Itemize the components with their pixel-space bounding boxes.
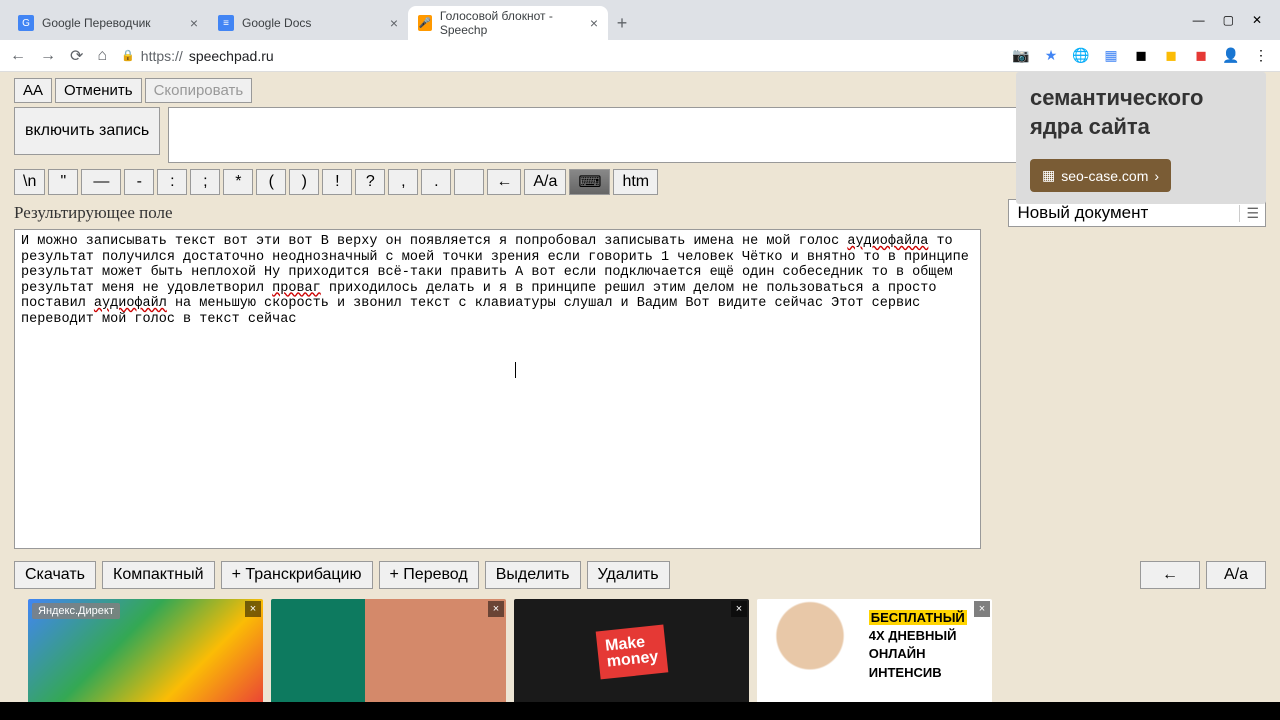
bottom-blackbar [0, 702, 1280, 720]
back-button[interactable]: ← [10, 47, 26, 65]
page-content: AA Отменить Скопировать включить запись … [0, 72, 1280, 702]
globe-icon[interactable]: 🌐 [1072, 47, 1090, 65]
text-cursor [515, 362, 516, 378]
undo-button[interactable]: ← [1140, 561, 1200, 589]
punct-dash[interactable]: - [124, 169, 154, 195]
punct-comma[interactable]: , [388, 169, 418, 195]
add-transcription-button[interactable]: + Транскрибацию [221, 561, 373, 589]
punct-semicolon[interactable]: ; [190, 169, 220, 195]
close-icon[interactable]: × [590, 15, 598, 31]
tab-speechpad[interactable]: 🎤 Голосовой блокнот - Speechp × [408, 6, 608, 40]
close-icon[interactable]: × [245, 601, 261, 617]
document-list-icon[interactable]: ☰ [1239, 205, 1265, 222]
ad-block[interactable]: Яндекс.Директ × [28, 599, 263, 702]
ext-icon[interactable]: ◼ [1192, 47, 1210, 65]
translate-ext-icon[interactable]: ▦ [1102, 47, 1120, 65]
menu-icon[interactable]: ⋮ [1252, 47, 1270, 65]
tab-docs[interactable]: ≡ Google Docs × [208, 6, 408, 40]
url-scheme: https:// [141, 48, 183, 64]
punct-exclaim[interactable]: ! [322, 169, 352, 195]
ad-title: семантического ядра сайта [1030, 84, 1252, 141]
delete-button[interactable]: Удалить [587, 561, 670, 589]
tab-favicon: G [18, 15, 34, 31]
punct-asterisk[interactable]: * [223, 169, 253, 195]
punct-quote[interactable]: " [48, 169, 78, 195]
browser-toolbar: ← → ⟳ ⌂ 🔒 https:// speechpad.ru 📷 ★ 🌐 ▦ ◼… [0, 40, 1280, 72]
punct-question[interactable]: ? [355, 169, 385, 195]
tab-title: Google Docs [242, 16, 311, 30]
case-toggle-button[interactable]: A/a [524, 169, 566, 195]
tab-favicon: 🎤 [418, 15, 432, 31]
tab-title: Google Переводчик [42, 16, 151, 30]
punct-backspace[interactable]: ← [487, 169, 521, 195]
ads-row: Яндекс.Директ × × × Makemoney × БЕСПЛАТН… [14, 599, 1266, 702]
result-textarea[interactable]: И можно записывать текст вот эти вот В в… [14, 229, 981, 549]
punct-newline[interactable]: \n [14, 169, 45, 195]
copy-button[interactable]: Скопировать [145, 78, 253, 103]
punct-lparen[interactable]: ( [256, 169, 286, 195]
close-icon[interactable]: × [390, 15, 398, 31]
close-icon[interactable]: × [190, 15, 198, 31]
record-button[interactable]: включить запись [14, 107, 160, 155]
tab-translate[interactable]: G Google Переводчик × [8, 6, 208, 40]
lock-icon: 🔒 [121, 49, 135, 62]
ext-icon[interactable]: ◼ [1162, 47, 1180, 65]
punct-period[interactable]: . [421, 169, 451, 195]
cancel-button[interactable]: Отменить [55, 78, 142, 103]
ext-icon[interactable]: ◼ [1132, 47, 1150, 65]
ad-block[interactable]: × [271, 599, 506, 702]
window-controls: — ▢ ✕ [1175, 13, 1280, 27]
home-button[interactable]: ⌂ [97, 47, 107, 65]
htm-button[interactable]: htm [613, 169, 658, 195]
ad-cta-button[interactable]: ▦ seo-case.com › [1030, 159, 1171, 192]
compact-button[interactable]: Компактный [102, 561, 215, 589]
reload-button[interactable]: ⟳ [70, 46, 83, 66]
add-translation-button[interactable]: + Перевод [379, 561, 479, 589]
keyboard-button[interactable]: ⌨ [569, 169, 610, 195]
download-button[interactable]: Скачать [14, 561, 96, 589]
minimize-button[interactable]: — [1193, 13, 1205, 27]
url-domain: speechpad.ru [189, 48, 274, 64]
ad-block[interactable]: × БЕСПЛАТНЫЙ 4Х ДНЕВНЫЙ ОНЛАЙН ИНТЕНСИВ [757, 599, 992, 702]
extension-icons: 📷 ★ 🌐 ▦ ◼ ◼ ◼ 👤 ⋮ [1012, 47, 1270, 65]
ad-label: Яндекс.Директ [32, 603, 120, 619]
star-icon[interactable]: ★ [1042, 47, 1060, 65]
ad-block[interactable]: × Makemoney [514, 599, 749, 702]
close-icon[interactable]: × [974, 601, 990, 617]
select-button[interactable]: Выделить [485, 561, 581, 589]
aa-button[interactable]: AA [14, 78, 52, 103]
punct-colon[interactable]: : [157, 169, 187, 195]
close-icon[interactable]: × [731, 601, 747, 617]
close-button[interactable]: ✕ [1252, 13, 1262, 27]
result-field-label: Результирующее поле [14, 203, 173, 223]
forward-button[interactable]: → [40, 47, 56, 65]
bottom-button-row: Скачать Компактный + Транскрибацию + Пер… [14, 561, 1266, 589]
case-button[interactable]: A/a [1206, 561, 1266, 589]
punct-emdash[interactable]: — [81, 169, 121, 195]
tab-title: Голосовой блокнот - Speechp [440, 9, 582, 37]
punct-space[interactable] [454, 169, 484, 195]
punct-rparen[interactable]: ) [289, 169, 319, 195]
new-tab-button[interactable]: + [608, 6, 636, 40]
avatar-icon[interactable]: 👤 [1222, 47, 1240, 65]
ad-cta-icon: ▦ [1042, 167, 1055, 184]
tab-favicon: ≡ [218, 15, 234, 31]
close-icon[interactable]: × [488, 601, 504, 617]
sidebar-ad[interactable]: семантического ядра сайта ▦ seo-case.com… [1016, 72, 1266, 204]
camera-icon[interactable]: 📷 [1012, 47, 1030, 65]
chevron-right-icon: › [1154, 168, 1159, 184]
maximize-button[interactable]: ▢ [1223, 13, 1234, 27]
browser-tab-strip: G Google Переводчик × ≡ Google Docs × 🎤 … [0, 0, 1280, 40]
address-bar[interactable]: 🔒 https:// speechpad.ru [121, 48, 274, 64]
